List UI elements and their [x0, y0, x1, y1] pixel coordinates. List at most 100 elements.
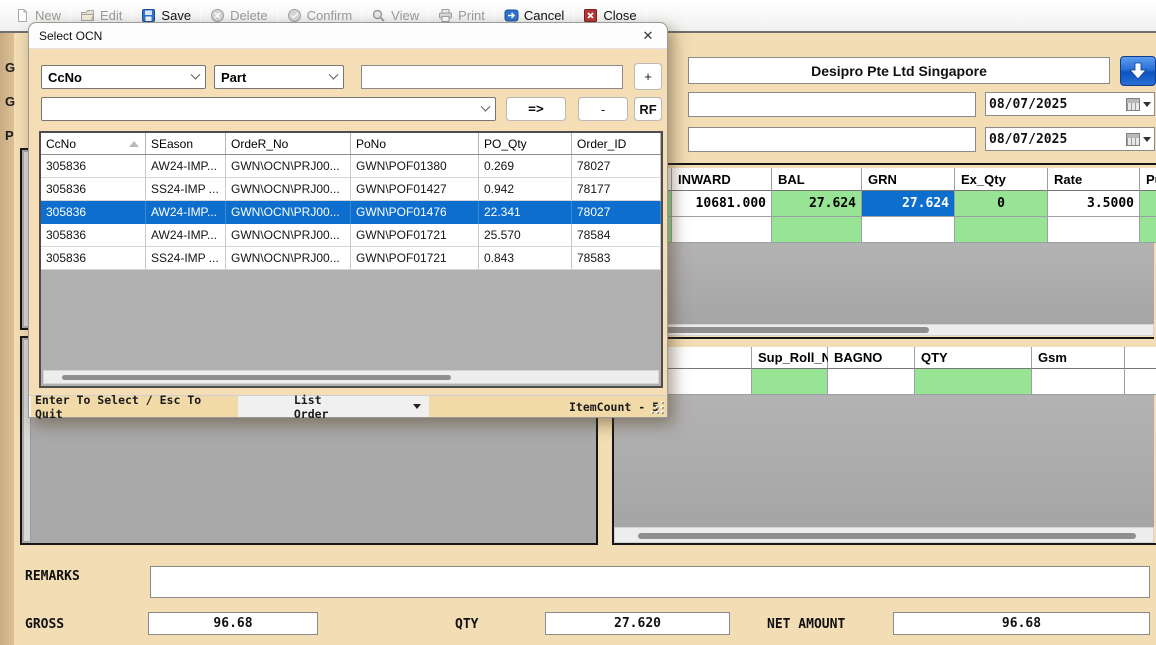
date-value: 08/07/2025 — [989, 97, 1126, 112]
header-input-3[interactable] — [688, 127, 976, 152]
table-cell[interactable]: 0.942 — [479, 178, 572, 201]
dropdown-arrow-icon[interactable] — [1143, 137, 1151, 142]
table-cell[interactable]: 78177 — [572, 178, 661, 201]
table-cell[interactable]: 25.570 — [479, 224, 572, 247]
grid-cell[interactable] — [1140, 217, 1156, 243]
chevron-down-icon — [481, 101, 491, 111]
table-cell[interactable]: AW24-IMP... — [146, 224, 226, 247]
column-header-season[interactable]: SEason — [146, 133, 226, 154]
table-row[interactable]: 305836AW24-IMP...GWN\OCN\PRJ00...GWN\POF… — [41, 201, 661, 224]
table-row[interactable]: 305836AW24-IMP...GWN\OCN\PRJ00...GWN\POF… — [41, 224, 661, 247]
company-field[interactable]: Desipro Pte Ltd Singapore — [688, 57, 1110, 84]
qty-value[interactable]: 27.620 — [545, 612, 730, 635]
table-cell[interactable]: GWN\OCN\PRJ00... — [226, 201, 351, 224]
column-header-order_id[interactable]: Order_ID — [572, 133, 661, 154]
grid-cell[interactable] — [772, 217, 862, 243]
table-cell[interactable]: GWN\POF01721 — [351, 247, 479, 270]
toolbar-button-label: View — [391, 8, 419, 23]
table-cell[interactable]: GWN\OCN\PRJ00... — [226, 247, 351, 270]
assign-button[interactable]: => — [506, 97, 566, 121]
grid-cell[interactable]: 27.624 — [862, 191, 955, 217]
column-header-pono[interactable]: PoNo — [351, 133, 479, 154]
grid-cell[interactable] — [1140, 191, 1156, 217]
table-cell[interactable]: 78027 — [572, 155, 661, 178]
panel-divider — [614, 337, 1154, 339]
net-amount-value[interactable]: 96.68 — [893, 612, 1150, 635]
grid-cell[interactable] — [672, 217, 772, 243]
remove-button[interactable]: - — [578, 97, 628, 121]
resize-grip[interactable] — [650, 400, 664, 414]
grid-cell[interactable] — [1048, 217, 1140, 243]
grid-cell[interactable]: 10681.000 — [672, 191, 772, 217]
grid1-hscrollbar[interactable] — [614, 324, 1154, 336]
grid-header-cell: Pu — [1140, 168, 1156, 191]
remarks-input[interactable] — [150, 566, 1150, 598]
table-cell[interactable]: GWN\POF01380 — [351, 155, 479, 178]
column-header-ccno[interactable]: CcNo — [41, 133, 146, 154]
date-field-2[interactable]: 08/07/2025 — [985, 127, 1155, 151]
table-cell[interactable]: 305836 — [41, 155, 146, 178]
filter-field-combo-1[interactable]: CcNo — [41, 65, 206, 89]
table-cell[interactable]: 0.843 — [479, 247, 572, 270]
table-cell[interactable]: 305836 — [41, 201, 146, 224]
dropdown-arrow-icon[interactable] — [1143, 102, 1151, 107]
column-header-po_qty[interactable]: PO_Qty — [479, 133, 572, 154]
table-cell[interactable]: GWN\POF01721 — [351, 224, 479, 247]
grid-cell[interactable] — [1032, 369, 1125, 395]
scrollbar-thumb[interactable] — [62, 375, 451, 380]
add-button[interactable]: + — [634, 63, 662, 90]
table-cell[interactable]: GWN\POF01427 — [351, 178, 479, 201]
chevron-down-icon — [329, 69, 339, 79]
grid-cell[interactable]: 3.5000 — [1048, 191, 1140, 217]
table-cell[interactable]: SS24-IMP ... — [146, 178, 226, 201]
table-cell[interactable]: 305836 — [41, 224, 146, 247]
table-cell[interactable]: 78583 — [572, 247, 661, 270]
table-cell[interactable]: SS24-IMP ... — [146, 247, 226, 270]
table-hscrollbar[interactable] — [43, 370, 659, 384]
toolbar-button-label: Save — [161, 8, 191, 23]
table-cell[interactable]: 22.341 — [479, 201, 572, 224]
table-cell[interactable]: 78584 — [572, 224, 661, 247]
grid2-empty-area — [614, 395, 1154, 527]
dialog-statusbar: Enter To Select / Esc To Quit List Order… — [29, 395, 667, 417]
grid-cell[interactable] — [1125, 369, 1156, 395]
download-button[interactable] — [1120, 56, 1156, 86]
rf-button[interactable]: RF — [634, 97, 662, 121]
search-input[interactable] — [361, 65, 623, 89]
dialog-titlebar[interactable]: Select OCN ✕ — [29, 23, 667, 49]
list-order-combo[interactable]: List Order — [294, 393, 361, 421]
grid-cell[interactable] — [752, 369, 828, 395]
table-cell[interactable]: AW24-IMP... — [146, 155, 226, 178]
table-row[interactable]: 305836SS24-IMP ...GWN\OCN\PRJ00...GWN\PO… — [41, 247, 661, 270]
table-cell[interactable]: 78027 — [572, 201, 661, 224]
date-field-1[interactable]: 08/07/2025 — [985, 92, 1155, 116]
close-icon[interactable]: ✕ — [639, 27, 657, 45]
gross-value[interactable]: 96.68 — [148, 612, 318, 635]
dropdown-arrow-icon[interactable] — [413, 404, 421, 409]
scrollbar-thumb[interactable] — [623, 327, 929, 333]
grid-header-cell: Rate — [1048, 168, 1140, 191]
grid-cell[interactable]: 27.624 — [772, 191, 862, 217]
grid-header-cell: Gsm — [1032, 347, 1125, 369]
table-cell[interactable]: GWN\OCN\PRJ00... — [226, 224, 351, 247]
table-row[interactable]: 305836SS24-IMP ...GWN\OCN\PRJ00...GWN\PO… — [41, 178, 661, 201]
table-cell[interactable]: GWN\OCN\PRJ00... — [226, 178, 351, 201]
grid-cell[interactable] — [862, 217, 955, 243]
table-cell[interactable]: 305836 — [41, 178, 146, 201]
column-header-order_no[interactable]: OrdeR_No — [226, 133, 351, 154]
table-cell[interactable]: GWN\OCN\PRJ00... — [226, 155, 351, 178]
grid-cell[interactable] — [828, 369, 915, 395]
grid-cell[interactable] — [955, 217, 1048, 243]
grid2-hscrollbar[interactable] — [614, 527, 1154, 543]
table-cell[interactable]: 305836 — [41, 247, 146, 270]
header-input-2[interactable] — [688, 92, 976, 117]
table-cell[interactable]: GWN\POF01476 — [351, 201, 479, 224]
filter-field-combo-2[interactable]: Part — [214, 65, 344, 89]
table-row[interactable]: 305836AW24-IMP...GWN\OCN\PRJ00...GWN\POF… — [41, 155, 661, 178]
scrollbar-thumb[interactable] — [638, 533, 1136, 539]
grid-cell[interactable] — [915, 369, 1032, 395]
table-cell[interactable]: AW24-IMP... — [146, 201, 226, 224]
table-cell[interactable]: 0.269 — [479, 155, 572, 178]
grid-cell[interactable]: 0 — [955, 191, 1048, 217]
value-combo[interactable] — [41, 97, 496, 121]
